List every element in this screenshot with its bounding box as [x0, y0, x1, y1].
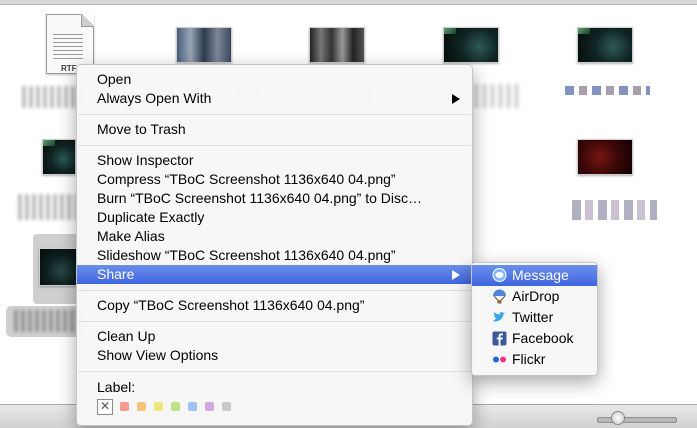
menu-item-label: Copy “TBoC Screenshot 1136x640 04.png”	[97, 297, 365, 313]
file-thumbnail[interactable]	[577, 27, 633, 63]
context-menu: Open Always Open With Move to Trash Show…	[76, 64, 473, 426]
menu-item-compress[interactable]: Compress “TBoC Screenshot 1136x640 04.pn…	[77, 170, 472, 189]
menu-item-label: Share	[97, 266, 135, 282]
label-swatch-yellow[interactable]	[154, 402, 163, 411]
label-swatch-orange[interactable]	[137, 402, 146, 411]
menu-item-open[interactable]: Open	[77, 70, 472, 89]
menu-separator	[78, 371, 471, 372]
menu-item-always-open-with[interactable]: Always Open With	[77, 89, 472, 108]
share-item-label: Twitter	[512, 309, 554, 325]
menu-separator	[78, 321, 471, 322]
x-mark-icon[interactable]: ✕	[97, 399, 113, 415]
menu-item-share[interactable]: Share	[77, 265, 472, 284]
menu-item-clean-up[interactable]: Clean Up	[77, 327, 472, 346]
file-name-label	[474, 84, 520, 108]
menu-item-slideshow[interactable]: Slideshow “TBoC Screenshot 1136x640 04.p…	[77, 246, 472, 265]
file-name-label	[22, 86, 82, 108]
chevron-right-icon	[452, 94, 460, 104]
menu-item-show-inspector[interactable]: Show Inspector	[77, 151, 472, 170]
file-thumbnail[interactable]	[42, 139, 76, 175]
share-item-label: Message	[512, 267, 569, 283]
share-item-label: AirDrop	[512, 288, 560, 304]
file-thumbnail[interactable]	[577, 139, 633, 175]
message-bubble-icon	[492, 268, 507, 282]
menu-item-copy[interactable]: Copy “TBoC Screenshot 1136x640 04.png”	[77, 296, 472, 315]
flickr-dots-icon	[493, 356, 506, 363]
label-swatch-green[interactable]	[171, 402, 180, 411]
share-item-flickr[interactable]: Flickr	[472, 349, 597, 370]
share-submenu: Message AirDrop Twitter Facebook Flickr	[471, 262, 598, 376]
label-swatch-blue[interactable]	[188, 402, 197, 411]
menu-item-label: Always Open With	[97, 90, 212, 106]
file-type-label: RTF	[61, 64, 77, 73]
document-text-lines	[53, 31, 83, 61]
icon-size-slider-track[interactable]	[597, 417, 677, 423]
menu-item-label: Compress “TBoC Screenshot 1136x640 04.pn…	[97, 171, 396, 187]
menu-separator	[78, 145, 471, 146]
label-swatch-purple[interactable]	[205, 402, 214, 411]
menu-item-duplicate-exactly[interactable]: Duplicate Exactly	[77, 208, 472, 227]
finder-toolbar-edge	[0, 0, 697, 5]
selected-file-thumbnail[interactable]	[39, 248, 77, 286]
twitter-bird-icon	[493, 312, 506, 322]
label-swatch-gray[interactable]	[222, 402, 231, 411]
share-item-airdrop[interactable]: AirDrop	[472, 286, 597, 307]
facebook-f-icon	[492, 331, 507, 346]
airdrop-parachute-icon	[493, 289, 506, 304]
label-section-title: Label:	[97, 379, 136, 395]
menu-item-label: Burn “TBoC Screenshot 1136x640 04.png” t…	[97, 190, 423, 206]
label-swatch-red[interactable]	[120, 402, 129, 411]
file-name-label	[18, 194, 76, 220]
menu-separator	[78, 114, 471, 115]
share-item-facebook[interactable]: Facebook	[472, 328, 597, 349]
share-item-label: Facebook	[512, 330, 574, 346]
menu-item-make-alias[interactable]: Make Alias	[77, 227, 472, 246]
menu-item-move-to-trash[interactable]: Move to Trash	[77, 120, 472, 139]
blurred-file-name	[14, 310, 78, 332]
menu-item-label: Open	[97, 71, 132, 87]
file-thumbnail[interactable]	[309, 27, 365, 63]
share-item-label: Flickr	[512, 351, 546, 367]
file-thumbnail[interactable]	[443, 27, 499, 63]
icon-size-slider-knob[interactable]	[611, 411, 625, 425]
menu-item-label: Clean Up	[97, 328, 156, 344]
menu-item-burn-to-disc[interactable]: Burn “TBoC Screenshot 1136x640 04.png” t…	[77, 189, 472, 208]
selected-file-name-label	[6, 306, 82, 337]
menu-separator	[78, 290, 471, 291]
menu-item-label: Show View Options	[97, 347, 219, 363]
file-thumbnail[interactable]	[176, 27, 232, 63]
menu-item-label: Duplicate Exactly	[97, 209, 205, 225]
menu-item-label: Slideshow “TBoC Screenshot 1136x640 04.p…	[97, 247, 396, 263]
file-name-label	[565, 86, 650, 95]
chevron-right-icon	[452, 270, 460, 280]
file-name-label	[572, 200, 657, 220]
menu-item-show-view-options[interactable]: Show View Options	[77, 346, 472, 365]
share-item-twitter[interactable]: Twitter	[472, 307, 597, 328]
menu-item-label: Make Alias	[97, 228, 165, 244]
share-item-message[interactable]: Message	[472, 265, 597, 286]
menu-item-label: Show Inspector	[97, 152, 194, 168]
menu-item-label: Move to Trash	[97, 121, 186, 137]
